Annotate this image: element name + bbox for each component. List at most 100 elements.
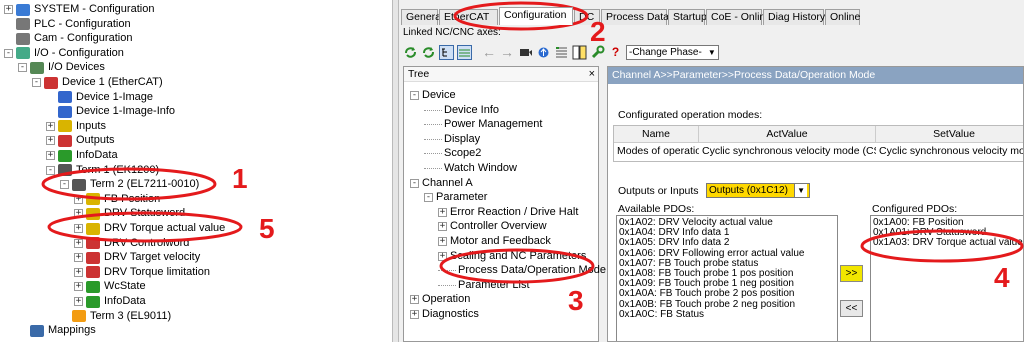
expand-icon[interactable]: +	[74, 267, 83, 277]
splitter[interactable]	[392, 0, 399, 342]
list-view-icon[interactable]	[457, 44, 472, 60]
tree-node[interactable]: + Error Reaction / Drive Halt	[438, 205, 578, 220]
tree-item[interactable]: + Outputs	[46, 133, 115, 148]
expand-icon[interactable]: +	[438, 207, 447, 217]
column-header-actvalue[interactable]: ActValue	[699, 126, 876, 142]
download-icon[interactable]	[518, 45, 533, 60]
tree-item[interactable]: Mappings	[18, 323, 96, 338]
tab-startup[interactable]: Startup	[668, 9, 707, 25]
collapse-icon[interactable]: -	[46, 165, 55, 175]
reload-icon[interactable]	[421, 45, 436, 60]
parameter-list-icon[interactable]	[554, 45, 569, 60]
table-row[interactable]: Modes of operation Cyclic synchronous ve…	[614, 143, 1023, 161]
tree-item[interactable]: + FB Position	[74, 192, 160, 207]
collapse-icon[interactable]: -	[410, 91, 419, 100]
collapse-icon[interactable]: -	[60, 180, 69, 190]
expand-icon[interactable]: +	[74, 224, 83, 233]
tree-node[interactable]: + Scaling and NC Parameters	[438, 249, 586, 264]
tree-item[interactable]: + DRV Controlword	[74, 236, 189, 251]
available-pdos-list[interactable]: 0x1A02: DRV Velocity actual value 0x1A04:…	[616, 215, 838, 341]
tree-node[interactable]: + Diagnostics	[410, 307, 479, 322]
expand-icon[interactable]: +	[74, 194, 83, 204]
tree-node[interactable]: Watch Window	[424, 161, 517, 176]
expand-icon[interactable]: +	[46, 121, 55, 131]
tree-item-label: DRV Torque limitation	[104, 265, 210, 278]
tree-item[interactable]: Cam - Configuration	[4, 31, 132, 46]
tab-coe-online[interactable]: CoE - Online	[706, 9, 771, 25]
refresh-icon[interactable]	[403, 45, 418, 60]
tree-node[interactable]: + Operation	[410, 292, 470, 307]
expand-icon[interactable]: +	[74, 297, 83, 306]
tree-item[interactable]: + Inputs	[46, 119, 106, 134]
expand-icon[interactable]: +	[46, 151, 55, 160]
tree-item[interactable]: + DRV Torque limitation	[74, 265, 210, 280]
column-header-setvalue[interactable]: SetValue	[876, 126, 1023, 142]
tree-node[interactable]: Display	[424, 132, 480, 147]
expand-icon[interactable]: +	[438, 237, 447, 246]
tab-general[interactable]: General	[401, 9, 443, 25]
expand-icon[interactable]: +	[46, 136, 55, 146]
collapse-icon[interactable]: -	[4, 48, 13, 58]
tree-item[interactable]: + InfoData	[46, 148, 118, 163]
tree-item[interactable]: + DRV Torque actual value	[74, 221, 225, 236]
tree-item[interactable]: - Term 2 (EL7211-0010)	[60, 177, 199, 192]
tab-configuration[interactable]: Configuration	[499, 7, 573, 25]
tree-item[interactable]: Device 1-Image	[46, 90, 153, 105]
expand-icon[interactable]: +	[74, 253, 83, 263]
tree-node[interactable]: - Channel A	[410, 176, 473, 191]
expand-icon[interactable]: +	[410, 295, 419, 305]
tree-item[interactable]: + WcState	[74, 279, 146, 294]
expand-icon[interactable]: +	[438, 251, 447, 261]
tree-item[interactable]: PLC - Configuration	[4, 17, 131, 32]
tree-item[interactable]: - I/O Devices	[18, 60, 105, 75]
tree-item[interactable]: + SYSTEM - Configuration	[4, 2, 154, 17]
expand-icon[interactable]: +	[410, 310, 419, 319]
compare-icon[interactable]	[572, 45, 587, 60]
tree-view-icon[interactable]	[439, 44, 454, 60]
list-item[interactable]: 0x1A0C: FB Status	[619, 309, 835, 320]
tree-node[interactable]: + Controller Overview	[438, 219, 547, 234]
cell-setvalue[interactable]: Cyclic synchronous velocity mode (CSV)	[876, 143, 1023, 161]
expand-icon[interactable]: +	[438, 222, 447, 232]
expand-icon[interactable]: +	[74, 238, 83, 248]
help-icon[interactable]: ?	[608, 45, 623, 60]
collapse-icon[interactable]: -	[32, 78, 41, 87]
back-arrow-icon[interactable]: ←	[482, 44, 497, 60]
collapse-icon[interactable]: -	[18, 63, 27, 73]
add-pdo-button[interactable]: >>	[840, 265, 863, 282]
expand-icon[interactable]: +	[74, 209, 83, 219]
tree-item[interactable]: Device 1-Image-Info	[46, 104, 175, 119]
tab-online[interactable]: Online	[825, 9, 860, 25]
tree-item[interactable]: + DRV Target velocity	[74, 250, 200, 265]
list-item[interactable]: 0x1A03: DRV Torque actual value	[873, 238, 1023, 248]
tree-item[interactable]: + DRV Statusword	[74, 206, 185, 221]
tree-node[interactable]: - Device	[410, 88, 456, 103]
expand-icon[interactable]: +	[74, 282, 83, 292]
tree-node[interactable]: Power Management	[424, 117, 542, 132]
forward-arrow-icon[interactable]: →	[500, 44, 515, 60]
tab-diag-history[interactable]: Diag History	[763, 9, 825, 25]
tab-ethercat[interactable]: EtherCAT	[439, 9, 498, 25]
close-icon[interactable]: ×	[589, 67, 595, 82]
tree-item[interactable]: - I/O - Configuration	[4, 46, 124, 61]
tree-item[interactable]: + InfoData	[74, 294, 146, 309]
remove-pdo-button[interactable]: <<	[840, 300, 863, 317]
tree-node[interactable]: Scope2	[424, 146, 481, 161]
collapse-icon[interactable]: -	[410, 178, 419, 188]
tree-node[interactable]: Device Info	[424, 103, 499, 118]
tree-node[interactable]: - Parameter	[424, 190, 487, 205]
tree-item[interactable]: Term 3 (EL9011)	[60, 309, 171, 324]
tree-node[interactable]: Parameter List	[438, 278, 530, 293]
expand-icon[interactable]: +	[4, 5, 13, 14]
tab-process-data[interactable]: Process Data	[601, 9, 669, 25]
column-header-name[interactable]: Name	[614, 126, 699, 142]
tree-node[interactable]: Process Data/Operation Mode	[438, 263, 606, 278]
input-var-icon	[86, 193, 100, 206]
outputs-inputs-select[interactable]: Outputs (0x1C12) ▼	[706, 183, 810, 198]
tree-item[interactable]: - Term 1 (EK1200)	[46, 163, 159, 178]
change-phase-dropdown[interactable]: -Change Phase- ▼	[626, 44, 719, 60]
tree-node[interactable]: + Motor and Feedback	[438, 234, 551, 249]
tree-item[interactable]: - Device 1 (EtherCAT)	[32, 75, 163, 90]
collapse-icon[interactable]: -	[424, 193, 433, 203]
upload-icon[interactable]	[536, 45, 551, 60]
